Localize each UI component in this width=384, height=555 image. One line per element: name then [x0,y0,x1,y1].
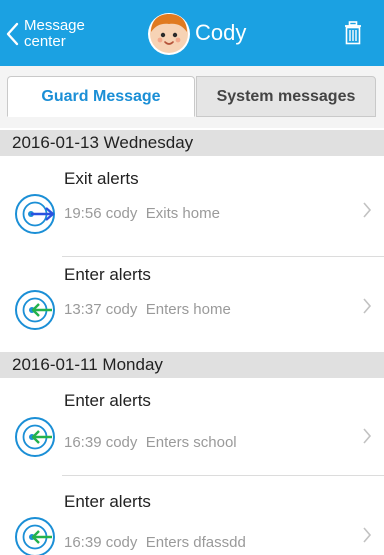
list-item[interactable]: Exit alerts 19:56 cody Exits home [0,156,384,244]
exit-alert-icon [15,194,55,234]
alert-title: Enter alerts [64,265,151,284]
page-title: Cody [195,20,247,45]
enter-alert-icon [15,517,55,555]
chevron-left-icon [6,22,19,46]
alert-action: Enters home [145,301,231,318]
alert-time: 13:37 [64,301,102,318]
alert-title: Exit alerts [64,169,139,188]
alert-user: cody [105,434,138,451]
avatar[interactable] [148,13,190,55]
date-header: 2016-01-13 Wednesday [0,130,384,156]
list-item[interactable]: Enter alerts 16:39 cody Enters school [0,380,384,468]
alert-action: Enters school [145,434,237,451]
alert-title: Enter alerts [64,391,151,410]
list-item[interactable]: Enter alerts 13:37 cody Enters home [0,252,384,340]
alert-action: Enters dfassdd [145,534,246,551]
tab-bar: Guard Message System messages [0,66,384,128]
alert-user: cody [105,205,138,222]
list-item[interactable]: Enter alerts 16:39 cody Enters dfassdd [0,476,384,555]
alert-user: cody [105,534,138,551]
chevron-right-icon [363,202,372,218]
back-button[interactable]: Message center [6,14,126,54]
tab-system-messages[interactable]: System messages [196,76,376,117]
trash-icon[interactable] [344,21,362,45]
alert-time: 16:39 [64,434,102,451]
chevron-right-icon [363,428,372,444]
alert-time: 19:56 [64,205,102,222]
back-label: Message center [24,17,85,50]
alert-action: Exits home [145,205,220,222]
app-header: Message center Cody [0,0,384,66]
date-header: 2016-01-11 Monday [0,352,384,378]
tab-guard-message[interactable]: Guard Message [7,76,195,117]
enter-alert-icon [15,417,55,457]
chevron-right-icon [363,527,372,543]
chevron-right-icon [363,298,372,314]
alert-user: cody [105,301,138,318]
alert-title: Enter alerts [64,492,151,511]
enter-alert-icon [15,290,55,330]
alert-time: 16:39 [64,534,102,551]
